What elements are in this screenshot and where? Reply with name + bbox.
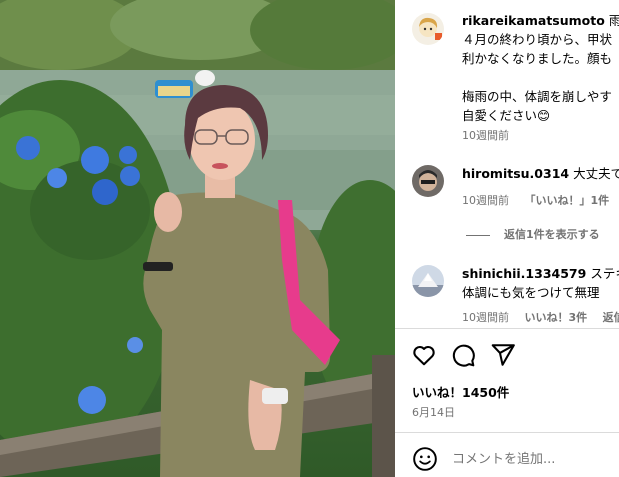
avatar-image [412, 13, 444, 45]
like-button[interactable] [411, 342, 437, 368]
actions-divider [395, 328, 619, 329]
comment-2-time: 10週間前 [462, 311, 509, 324]
post-photo[interactable] [0, 0, 395, 477]
comment-2-username[interactable]: shinichii.1334579 [462, 266, 586, 281]
replies-divider [466, 234, 490, 236]
view-replies-label: 返信1件を表示する [504, 228, 600, 241]
post-side-panel: rikareikamatsumoto 雨の ４月の終わり頃から、甲状 利かなくな… [395, 0, 619, 477]
emoji-icon [413, 447, 437, 471]
comment-2-reply-button[interactable]: 返信 [603, 311, 619, 324]
view-replies-button[interactable]: 返信1件を表示する [466, 226, 600, 242]
post-caption: rikareikamatsumoto 雨の ４月の終わり頃から、甲状 利かなくな… [462, 11, 619, 125]
likes-count[interactable]: いいね！1450件 [412, 382, 509, 401]
caption-line-1: rikareikamatsumoto 雨の [462, 11, 619, 30]
comment-1-meta: 10週間前 「いいね！」1件 [462, 192, 609, 208]
author-avatar[interactable] [412, 13, 444, 45]
caption-line-2: ４月の終わり頃から、甲状 [462, 32, 613, 47]
comment-2-line-1: shinichii.1334579 ステキな [462, 264, 619, 283]
caption-time: 10週間前 [462, 129, 509, 142]
comment-2-text-1: ステキな [590, 266, 619, 281]
comment-1-username[interactable]: hiromitsu.0314 [462, 166, 569, 181]
comment-icon [452, 344, 475, 367]
comment-2-text-2: 体調にも気をつけて無理 [462, 285, 600, 300]
comment-1-text: 大丈夫です [573, 166, 619, 181]
photo-scene [0, 0, 395, 477]
caption-line-6: 自愛ください😊 [462, 108, 551, 123]
comment-1-likes[interactable]: 「いいね！」1件 [525, 194, 610, 207]
caption-line-4 [462, 68, 619, 87]
share-button[interactable] [490, 342, 516, 368]
heart-icon [413, 346, 435, 366]
comment-1-body: hiromitsu.0314 大丈夫です [462, 164, 619, 183]
emoji-button[interactable] [412, 446, 438, 472]
comment-2-likes[interactable]: いいね！3件 [525, 311, 588, 324]
share-icon [491, 344, 515, 366]
post-date: 6月14日 [412, 406, 455, 419]
caption-line-5: 梅雨の中、体調を崩しやす [462, 89, 612, 104]
comment-2-meta: 10週間前 いいね！3件 返信 [462, 309, 619, 325]
comment-avatar-2[interactable] [412, 265, 444, 297]
comment-avatar-1[interactable] [412, 165, 444, 197]
avatar-image [412, 165, 444, 197]
avatar-image [412, 265, 444, 297]
caption-text-1: 雨の [608, 13, 619, 28]
caption-author-username[interactable]: rikareikamatsumoto [462, 13, 605, 28]
comment-1-time: 10週間前 [462, 194, 509, 207]
comment-button[interactable] [450, 342, 476, 368]
comment-box-divider [395, 432, 619, 433]
caption-line-3: 利かなくなりました。顔も [462, 51, 613, 66]
comment-input[interactable] [452, 448, 612, 470]
